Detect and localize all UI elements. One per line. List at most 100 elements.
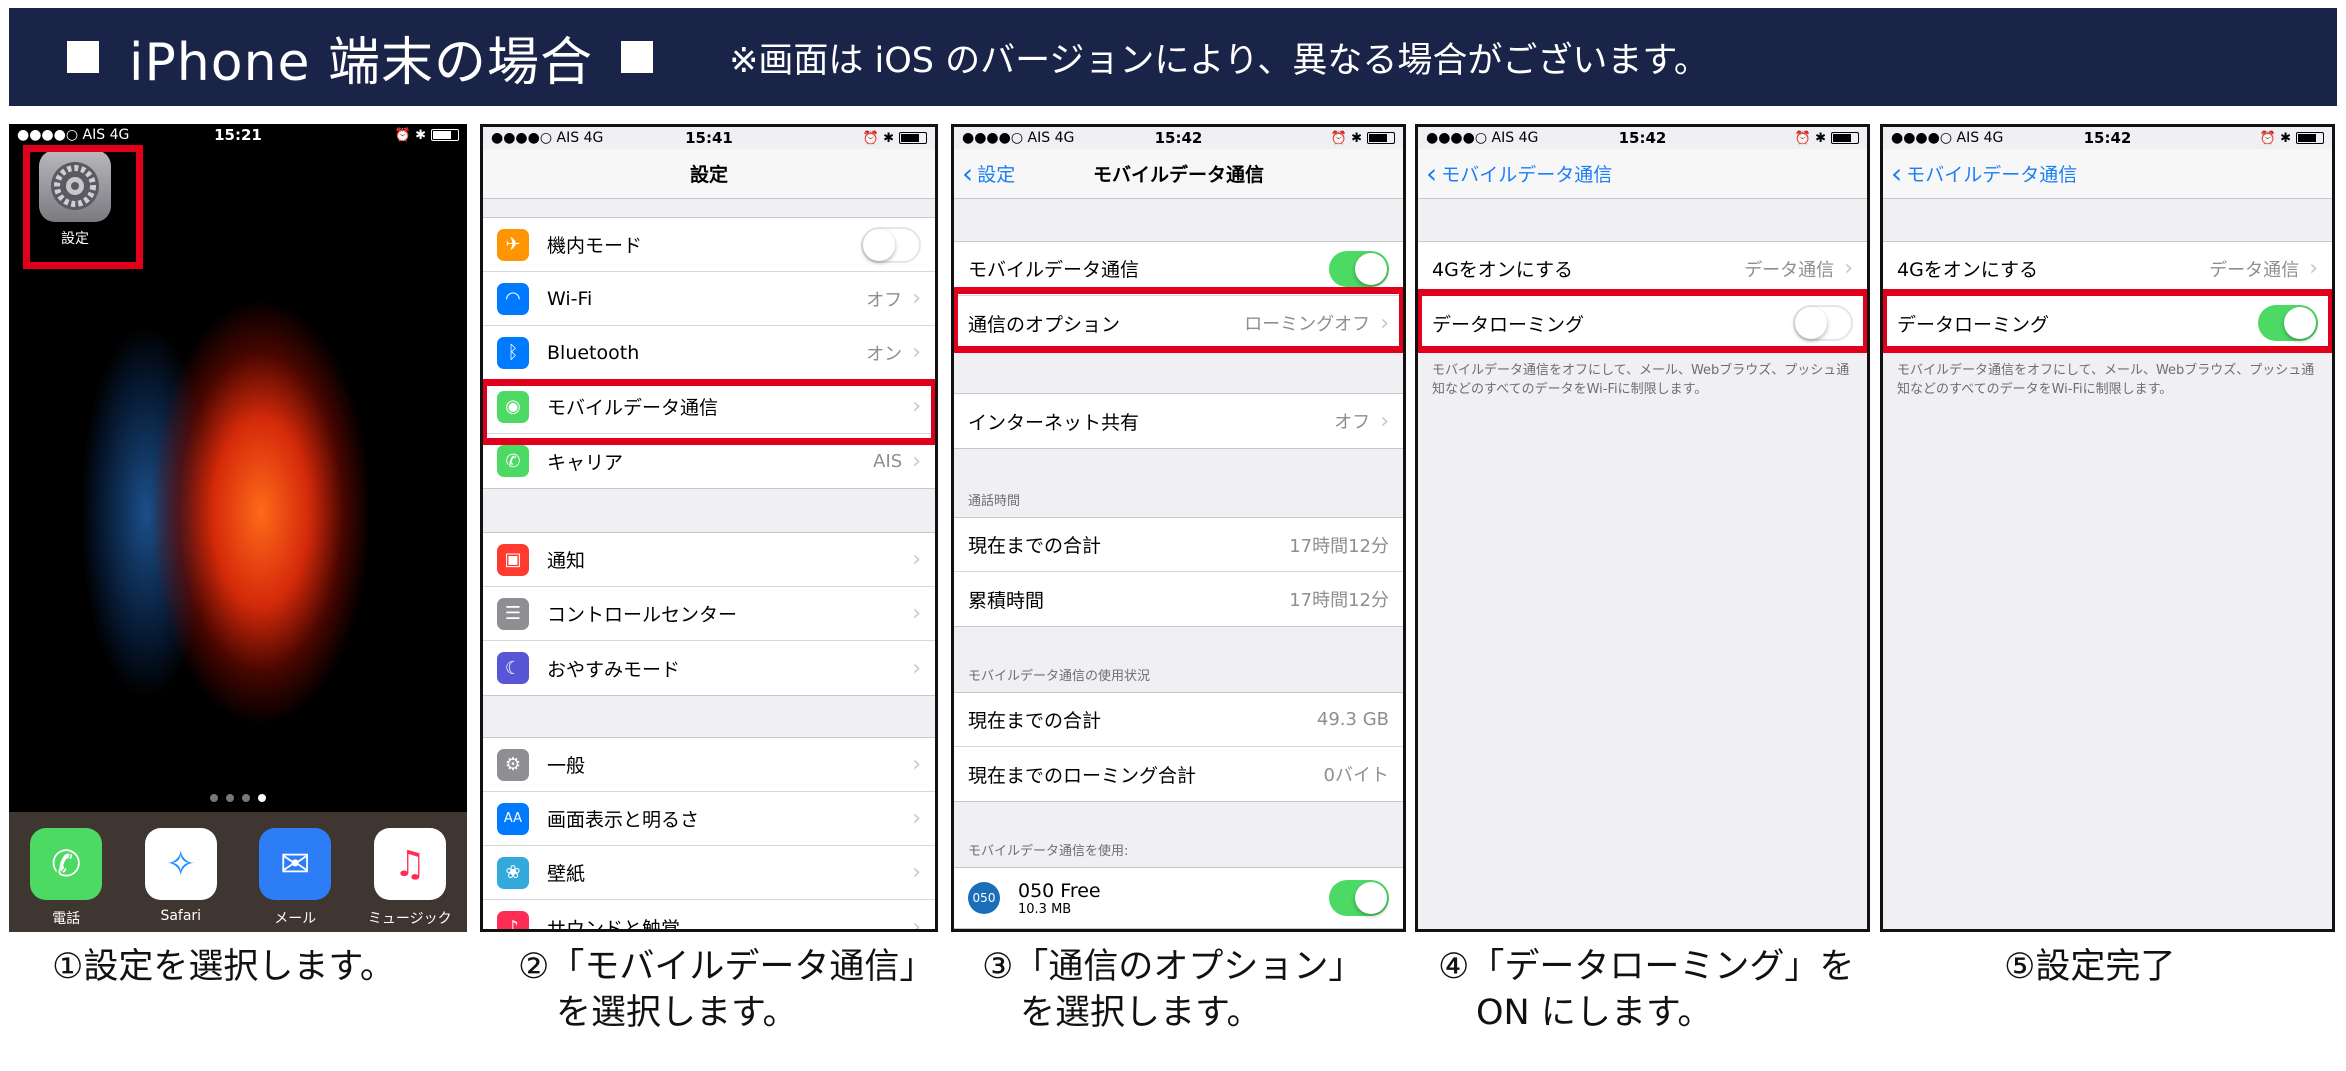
caption-line: ON にします。 [1476, 993, 1713, 1033]
app-row[interactable]: 050 050 Free 10.3 MB [954, 868, 1403, 928]
battery-icon [1367, 132, 1395, 144]
app-logo-icon: 050 [968, 882, 1000, 914]
dock-app-mail[interactable]: ✉ メール [250, 828, 340, 932]
item-label: 累積時間 [968, 589, 1045, 612]
item-label: 現在までのローミング合計 [968, 764, 1197, 787]
phone-home-screen: ●●●●○ AIS 4G 15:21 ⏰ ✱ 設定 ✆ 電話 ✧ Safari … [9, 124, 467, 932]
back-button[interactable]: ‹ モバイルデータ通信 [1426, 156, 1612, 190]
status-bar: ●●●●○ AIS 4G 15:41 ⏰ ✱ [483, 127, 935, 149]
settings-group-notifications: ▣ 通知 › ☰ コントロールセンター › ☾ おやすみモード › [483, 532, 935, 696]
battery-icon [2296, 132, 2324, 144]
nav-bar: ‹ 設定 モバイルデータ通信 [954, 149, 1403, 199]
caption-line: ①設定を選択します。 [52, 947, 395, 987]
gear-icon: ⚙ [497, 748, 529, 781]
apps-group: 050 050 Free 10.3 MB [954, 867, 1403, 929]
settings-item-sounds[interactable]: ♪ サウンドと触覚 › [483, 900, 935, 932]
item-value: オフ [866, 289, 903, 311]
status-time: 15:21 [214, 126, 262, 144]
hotspot-row[interactable]: インターネット共有 オフ › [954, 394, 1403, 448]
airplane-toggle[interactable] [861, 226, 921, 263]
nav-bar: ‹ モバイルデータ通信 [1418, 149, 1867, 199]
caption-step-1: ①設定を選択します。 [52, 944, 395, 990]
chevron-right-icon: › [912, 547, 921, 572]
settings-group-general: ⚙ 一般 › AA 画面表示と明るさ › ❀ 壁紙 › ♪ サウンドと触覚 › [483, 737, 935, 932]
item-label: インターネット共有 [968, 411, 1140, 434]
item-value: データ通信 [2209, 259, 2300, 281]
page-title: 設定 [689, 164, 728, 186]
dock-app-safari[interactable]: ✧ Safari [136, 828, 226, 932]
highlight-box [483, 379, 935, 445]
settings-item-bluetooth[interactable]: ᛒ Bluetooth オン › [483, 326, 935, 380]
settings-item-control-center[interactable]: ☰ コントロールセンター › [483, 587, 935, 641]
page-indicator [9, 794, 467, 802]
item-label: 機内モード [547, 235, 643, 257]
settings-item-do-not-disturb[interactable]: ☾ おやすみモード › [483, 641, 935, 695]
banner-note: ※画面は iOS のバージョンにより、異なる場合がございます。 [729, 40, 1709, 81]
airplane-icon: ✈ [497, 228, 529, 261]
call-time-group: 現在までの合計 17時間12分 累積時間 17時間12分 [954, 517, 1403, 627]
bluetooth-icon: ᛒ [497, 336, 529, 369]
settings-item-wallpaper[interactable]: ❀ 壁紙 › [483, 846, 935, 900]
caption-line: ③「通信のオプション」 [982, 947, 1364, 987]
item-label: 4Gをオンにする [1897, 259, 2039, 281]
lte-row[interactable]: 4Gをオンにする データ通信 › [1883, 242, 2332, 296]
settings-item-wifi[interactable]: ◠ Wi-Fi オフ › [483, 272, 935, 326]
app-size: 10.3 MB [1018, 901, 1072, 917]
back-button[interactable]: ‹ 設定 [962, 159, 1015, 188]
speaker-icon: ♪ [497, 911, 529, 929]
chevron-left-icon: ‹ [1426, 156, 1438, 190]
settings-item-airplane[interactable]: ✈ 機内モード [483, 218, 935, 272]
battery-icon [899, 132, 927, 144]
item-value: 17時間12分 [1289, 535, 1389, 557]
item-value: オン [866, 343, 903, 365]
settings-item-display[interactable]: AA 画面表示と明るさ › [483, 792, 935, 846]
chevron-left-icon: ‹ [1891, 156, 1903, 190]
chevron-right-icon: › [912, 448, 921, 474]
chevron-right-icon: › [912, 806, 921, 831]
item-label: Bluetooth [547, 341, 640, 364]
dock-app-phone[interactable]: ✆ 電話 [21, 828, 111, 932]
highlight-box [23, 145, 143, 269]
app-data-toggle[interactable] [1329, 880, 1389, 916]
caption-line: ④「データローミング」を [1438, 947, 1855, 987]
chevron-right-icon: › [912, 286, 921, 311]
call-current-row: 現在までの合計 17時間12分 [954, 518, 1403, 572]
usage-roaming-row: 現在までのローミング合計 0バイト [954, 747, 1403, 801]
item-label: 現在までの合計 [968, 535, 1102, 557]
usage-group: 現在までの合計 49.3 GB 現在までのローミング合計 0バイト [954, 692, 1403, 802]
highlight-box [1418, 289, 1867, 353]
settings-item-general[interactable]: ⚙ 一般 › [483, 738, 935, 792]
page-title: モバイルデータ通信 [1092, 164, 1264, 186]
caption-line: を選択します。 [556, 993, 798, 1033]
caption-step-5: ⑤設定完了 [2004, 944, 2175, 990]
cellular-data-toggle[interactable] [1329, 250, 1389, 287]
phone-settings: ●●●●○ AIS 4G 15:41 ⏰ ✱ 設定 ✈ 機内モード ◠ Wi-F… [480, 124, 938, 932]
chevron-right-icon: › [912, 340, 921, 365]
dock-app-music[interactable]: ♫ ミュージック [365, 828, 455, 932]
roaming-footnote: モバイルデータ通信をオフにして、メール、Webブラウズ、プッシュ通知などのすべて… [1432, 363, 1850, 397]
status-bar: ●●●●○ AIS 4G 15:21 ⏰ ✱ [9, 124, 467, 146]
banner-title: iPhone 端末の場合 [67, 20, 667, 95]
caption-step-3: ③「通信のオプション」 を選択します。 [982, 944, 1363, 1036]
item-label: 画面表示と明るさ [547, 809, 700, 831]
section-header: モバイルデータ通信の使用状況 [968, 669, 1151, 684]
phone-mobile-data: ●●●●○ AIS 4G 15:42 ⏰ ✱ ‹ 設定 モバイルデータ通信 モバイ… [951, 124, 1406, 932]
item-label: キャリア [547, 451, 624, 474]
highlight-box [954, 287, 1403, 353]
wifi-icon: ◠ [497, 282, 529, 315]
mail-icon: ✉ [259, 828, 332, 900]
banner-title-text: iPhone 端末の場合 [129, 32, 594, 93]
text-size-icon: AA [497, 802, 529, 835]
back-button[interactable]: ‹ モバイルデータ通信 [1891, 156, 2078, 190]
hotspot-group: インターネット共有 オフ › [954, 393, 1403, 449]
compass-icon: ✧ [144, 828, 217, 900]
battery-icon [1831, 132, 1859, 144]
lte-row[interactable]: 4Gをオンにする データ通信 › [1418, 242, 1867, 296]
nav-bar: ‹ モバイルデータ通信 [1883, 149, 2332, 199]
item-label: 壁紙 [547, 863, 586, 885]
chevron-right-icon: › [912, 914, 921, 932]
settings-item-notifications[interactable]: ▣ 通知 › [483, 533, 935, 587]
phone-icon: ✆ [497, 445, 529, 477]
back-label: モバイルデータ通信 [1906, 164, 2078, 186]
call-total-row: 累積時間 17時間12分 [954, 572, 1403, 626]
